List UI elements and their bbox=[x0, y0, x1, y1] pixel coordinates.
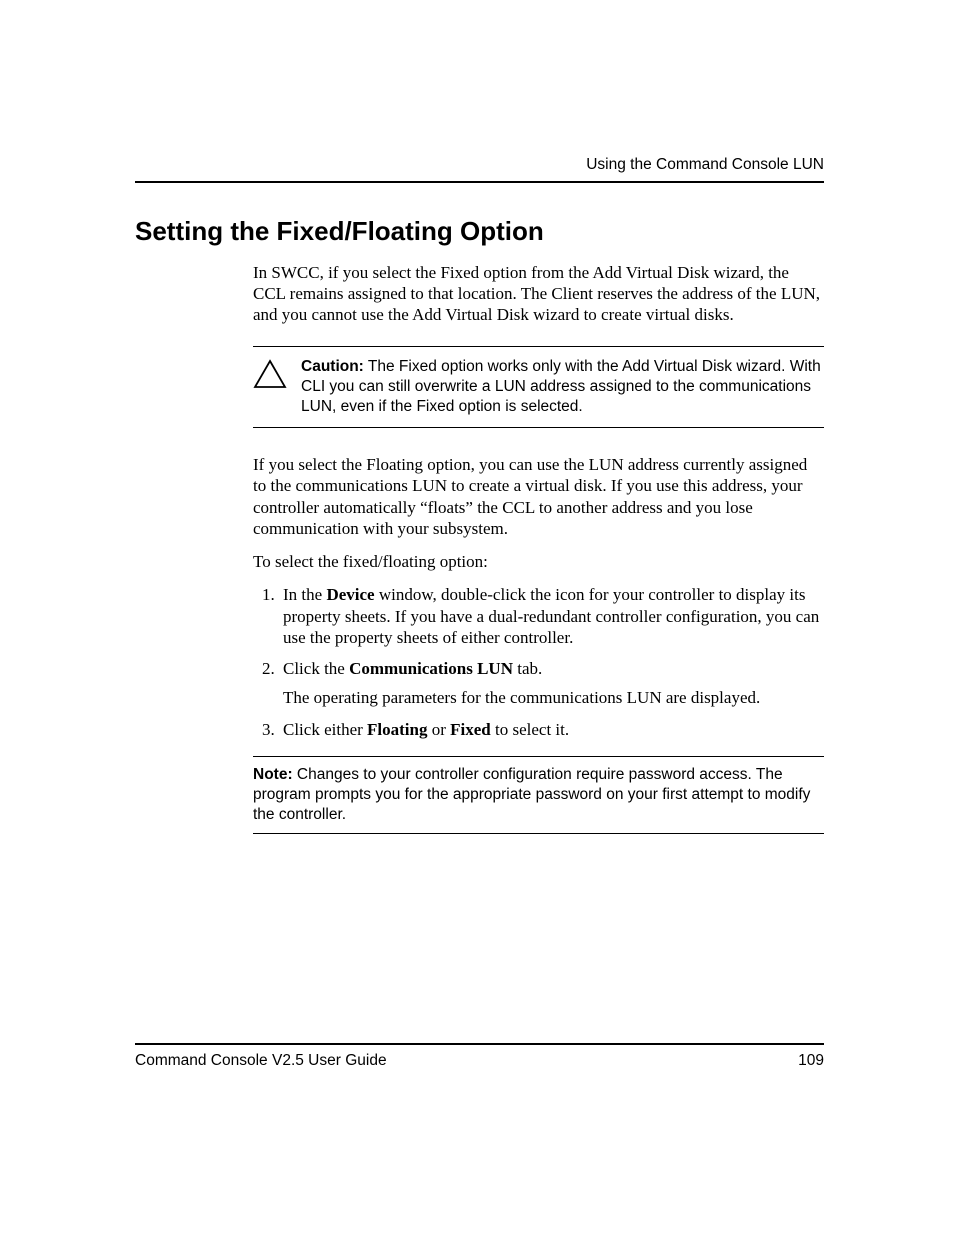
caution-triangle-icon bbox=[253, 359, 287, 395]
procedure-list: In the Device window, double-click the i… bbox=[253, 584, 824, 740]
caution-text: Caution: The Fixed option works only wit… bbox=[301, 357, 824, 417]
note-body: Changes to your controller configuration… bbox=[253, 766, 810, 823]
note-label: Note: bbox=[253, 766, 293, 783]
bold-fixed: Fixed bbox=[450, 720, 491, 739]
page-footer: Command Console V2.5 User Guide 109 bbox=[135, 1043, 824, 1070]
running-head: Using the Command Console LUN bbox=[135, 155, 824, 174]
list-item: Click either Floating or Fixed to select… bbox=[279, 719, 824, 740]
list-item: Click the Communications LUN tab. The op… bbox=[279, 658, 824, 709]
bold-floating: Floating bbox=[367, 720, 427, 739]
floating-paragraph: If you select the Floating option, you c… bbox=[253, 454, 824, 539]
footer-doc-title: Command Console V2.5 User Guide bbox=[135, 1051, 387, 1070]
list-item: In the Device window, double-click the i… bbox=[279, 584, 824, 648]
step-sub: The operating parameters for the communi… bbox=[283, 687, 824, 708]
note-box: Note: Changes to your controller configu… bbox=[253, 756, 824, 834]
footer-page-number: 109 bbox=[798, 1051, 824, 1070]
caution-label: Caution: bbox=[301, 358, 364, 375]
bold-device: Device bbox=[326, 585, 374, 604]
header-rule bbox=[135, 181, 824, 183]
caution-box: Caution: The Fixed option works only wit… bbox=[253, 346, 824, 428]
intro-paragraph: In SWCC, if you select the Fixed option … bbox=[253, 262, 824, 326]
lead-in: To select the fixed/floating option: bbox=[253, 551, 824, 572]
bold-comm-lun: Communications LUN bbox=[349, 659, 513, 678]
footer-rule bbox=[135, 1043, 824, 1045]
page-title: Setting the Fixed/Floating Option bbox=[135, 215, 824, 248]
